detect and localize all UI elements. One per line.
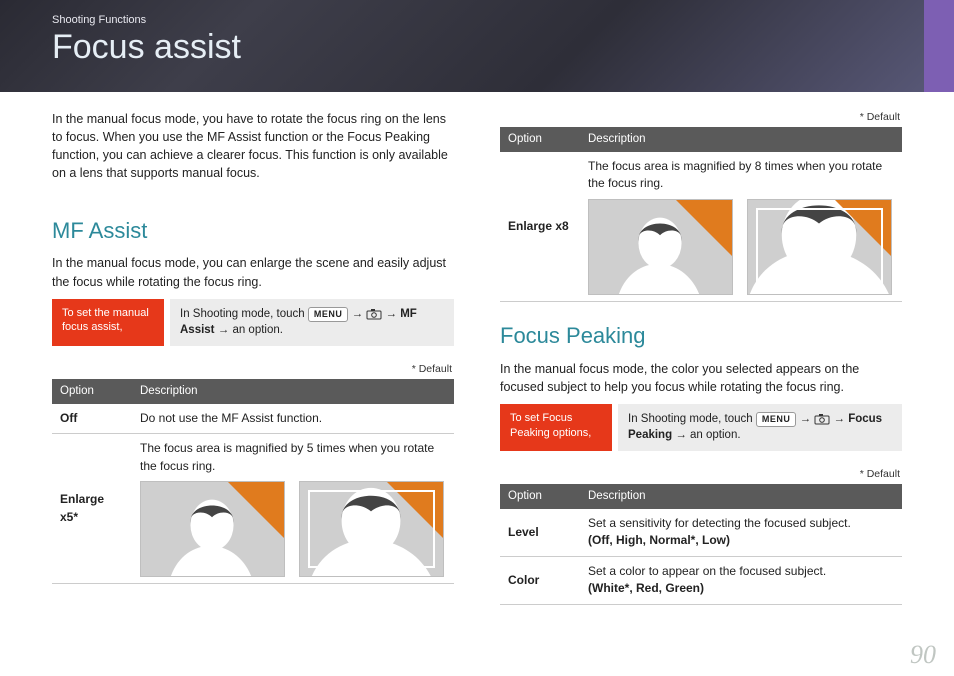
mf-red-label: To set the manual focus assist, xyxy=(52,299,164,346)
fp-th-option: Option xyxy=(500,484,580,509)
mf-th-desc: Description xyxy=(132,379,454,404)
mf-default-note-cont: * Default xyxy=(500,110,902,125)
fp-instruction: To set Focus Peaking options, In Shootin… xyxy=(500,404,902,451)
mf-x5-thumb-zoom xyxy=(299,481,444,577)
page-title: Focus assist xyxy=(52,28,241,67)
fp-table: Option Description Level Set a sensitivi… xyxy=(500,484,902,604)
mf-off-desc: Do not use the MF Assist function. xyxy=(132,404,454,434)
page-number: 90 xyxy=(910,640,936,670)
arrow-icon: → xyxy=(800,413,812,425)
fp-red-label: To set Focus Peaking options, xyxy=(500,404,612,451)
mf-x8-thumb-zoom xyxy=(747,199,892,295)
mf-th-option: Option xyxy=(500,127,580,152)
mf-off: Off xyxy=(52,404,132,434)
fp-grey-instruction: In Shooting mode, touch MENU → → Focus P… xyxy=(618,404,902,451)
arrow-icon: → xyxy=(218,324,230,336)
zoom-frame-icon xyxy=(756,208,883,286)
table-row: Enlarge x8 The focus area is magnified b… xyxy=(500,152,902,301)
focus-peaking-text: In the manual focus mode, the color you … xyxy=(500,360,902,396)
mf-instruction: To set the manual focus assist, In Shoot… xyxy=(52,299,454,346)
fp-instr-prefix: In Shooting mode, touch xyxy=(628,413,756,425)
fp-color: Color xyxy=(500,556,580,604)
mf-table: Option Description Off Do not use the MF… xyxy=(52,379,454,584)
fp-level-opts: (Off, High, Normal*, Low) xyxy=(588,533,730,547)
arrow-icon: → xyxy=(385,308,397,320)
fp-color-cell: Set a color to appear on the focused sub… xyxy=(580,556,902,604)
mf-x5-thumb-normal xyxy=(140,481,285,577)
mf-default-note: * Default xyxy=(52,362,454,377)
camera-icon xyxy=(366,308,382,320)
menu-button-icon: MENU xyxy=(756,412,797,427)
mf-x8: Enlarge x8 xyxy=(500,152,580,301)
mf-assist-text: In the manual focus mode, you can enlarg… xyxy=(52,254,454,290)
zoom-frame-icon xyxy=(308,490,435,568)
arrow-icon: → xyxy=(833,413,845,425)
fp-level-desc: Set a sensitivity for detecting the focu… xyxy=(588,516,851,530)
mf-x8-desc: The focus area is magnified by 8 times w… xyxy=(588,159,882,190)
mf-th-option: Option xyxy=(52,379,132,404)
mf-th-desc: Description xyxy=(580,127,902,152)
mf-instr-suffix: an option. xyxy=(232,324,283,336)
mf-x8-cell: The focus area is magnified by 8 times w… xyxy=(580,152,902,301)
left-column: In the manual focus mode, you have to ro… xyxy=(52,110,454,656)
mf-x5-cell: The focus area is magnified by 5 times w… xyxy=(132,434,454,584)
menu-button-icon: MENU xyxy=(308,307,349,322)
table-row: Enlarge x5* The focus area is magnified … xyxy=(52,434,454,584)
table-row: Off Do not use the MF Assist function. xyxy=(52,404,454,434)
mf-x5: Enlarge x5* xyxy=(52,434,132,584)
fp-default-note: * Default xyxy=(500,467,902,482)
breadcrumb: Shooting Functions xyxy=(52,14,146,26)
arrow-icon: → xyxy=(352,308,364,320)
table-row: Level Set a sensitivity for detecting th… xyxy=(500,509,902,556)
fp-level: Level xyxy=(500,509,580,556)
right-column: * Default Option Description Enlarge x8 … xyxy=(500,110,902,656)
mf-x5-desc: The focus area is magnified by 5 times w… xyxy=(140,441,434,472)
fp-color-desc: Set a color to appear on the focused sub… xyxy=(588,564,826,578)
mf-table-cont: Option Description Enlarge x8 The focus … xyxy=(500,127,902,301)
focus-peaking-heading: Focus Peaking xyxy=(500,320,902,352)
fp-instr-suffix: an option. xyxy=(690,429,741,441)
fp-th-desc: Description xyxy=(580,484,902,509)
fp-level-cell: Set a sensitivity for detecting the focu… xyxy=(580,509,902,556)
intro-paragraph: In the manual focus mode, you have to ro… xyxy=(52,110,454,183)
mf-grey-instruction: In Shooting mode, touch MENU → → MF Assi… xyxy=(170,299,454,346)
mf-assist-heading: MF Assist xyxy=(52,215,454,247)
arrow-icon: → xyxy=(675,429,687,441)
table-row: Color Set a color to appear on the focus… xyxy=(500,556,902,604)
fp-color-opts: (White*, Red, Green) xyxy=(588,581,704,595)
mf-x8-thumb-normal xyxy=(588,199,733,295)
camera-icon xyxy=(814,413,830,425)
mf-instr-prefix: In Shooting mode, touch xyxy=(180,308,308,320)
content-area: In the manual focus mode, you have to ro… xyxy=(52,110,902,656)
